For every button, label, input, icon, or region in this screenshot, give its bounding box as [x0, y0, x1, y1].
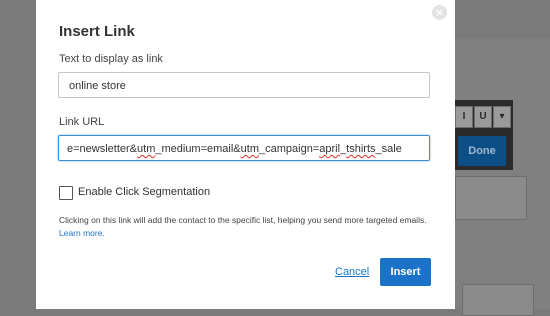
click-segmentation-label[interactable]: Enable Click Segmentation — [78, 186, 210, 198]
help-text: Clicking on this link will add the conta… — [59, 214, 439, 240]
url-segment-misspelled: utm — [137, 143, 156, 155]
cancel-button[interactable]: Cancel — [335, 266, 369, 278]
url-segment-misspelled: utm — [240, 143, 259, 155]
url-segment: e=newsletter& — [67, 143, 138, 155]
insert-link-dialog: × Insert Link Text to display as link on… — [36, 0, 455, 309]
display-text-label: Text to display as link — [59, 53, 163, 65]
url-segment-misspelled: tshirts — [346, 143, 376, 155]
background-italic-button: I — [455, 106, 473, 128]
url-segment: _medium=email& — [155, 143, 241, 155]
help-description: Clicking on this link will add the conta… — [59, 215, 427, 225]
url-segment: _sale — [375, 143, 402, 155]
learn-more-link[interactable]: Learn more. — [59, 228, 105, 238]
background-done-button: Done — [458, 136, 506, 166]
url-segment: _campaign= — [259, 143, 320, 155]
background-editor-panel — [455, 38, 550, 309]
click-segmentation-checkbox[interactable] — [59, 186, 73, 200]
background-content-block — [455, 176, 527, 220]
background-underline-button: U — [474, 106, 492, 128]
display-text-input[interactable]: online store — [58, 72, 430, 98]
close-icon[interactable]: × — [432, 5, 447, 20]
link-url-input[interactable]: e=newsletter&utm_medium=email&utm_campai… — [58, 135, 430, 161]
dialog-title: Insert Link — [59, 23, 135, 40]
insert-button[interactable]: Insert — [380, 258, 431, 286]
url-segment-misspelled: april — [319, 143, 341, 155]
background-more-button: ▾ — [493, 106, 511, 128]
background-content-block-lower — [462, 284, 534, 316]
link-url-label: Link URL — [59, 116, 105, 128]
